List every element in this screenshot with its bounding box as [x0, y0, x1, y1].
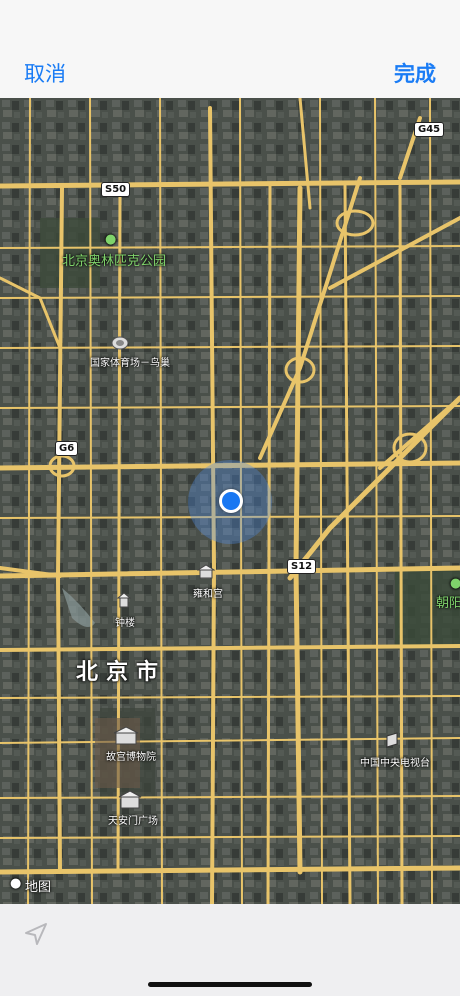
- maps-attribution[interactable]: 地图: [25, 876, 51, 895]
- bell-tower-icon: [116, 592, 132, 608]
- label-yonghe-temple[interactable]: 雍和宫: [193, 585, 223, 600]
- temple-icon: [197, 564, 215, 579]
- park-pin-icon: ●: [105, 232, 117, 247]
- label-city-beijing: 北京市: [76, 660, 167, 685]
- apple-logo-icon: ●: [10, 876, 22, 891]
- highway-shield-s50: S50: [101, 182, 131, 197]
- cctv-tower-icon: [386, 732, 398, 748]
- label-chaoyang[interactable]: 朝阳: [436, 592, 460, 611]
- label-olympic-park[interactable]: 北京奥林匹克公园: [62, 250, 166, 269]
- highway-shield-g6: G6: [55, 441, 79, 456]
- palace-icon: [113, 726, 139, 745]
- cancel-button[interactable]: 取消: [24, 58, 66, 88]
- label-national-stadium[interactable]: 国家体育场－鸟巢: [90, 354, 170, 369]
- label-cctv[interactable]: 中国中央电视台: [360, 754, 430, 769]
- highway-shield-g45: G45: [414, 122, 445, 137]
- label-tiananmen-square[interactable]: 天安门广场: [108, 812, 158, 827]
- navigation-bar: 取消 完成: [0, 0, 460, 98]
- tiananmen-icon: [118, 790, 142, 809]
- bottom-toolbar: [0, 904, 460, 996]
- current-location-dot[interactable]: [219, 489, 243, 513]
- done-button[interactable]: 完成: [394, 58, 436, 88]
- park-pin-icon-east: ●: [450, 576, 460, 591]
- location-arrow-icon[interactable]: [22, 920, 50, 948]
- label-palace-museum[interactable]: 故宫博物院: [106, 748, 156, 763]
- stadium-icon: [111, 336, 129, 350]
- satellite-map[interactable]: S50 G45 G6 S12 ● 北京奥林匹克公园 国家体育场－鸟巢 雍和宫 钟…: [0, 98, 460, 904]
- label-bell-tower[interactable]: 钟楼: [115, 614, 135, 629]
- home-indicator[interactable]: [148, 982, 312, 987]
- highway-shield-s12: S12: [287, 559, 317, 574]
